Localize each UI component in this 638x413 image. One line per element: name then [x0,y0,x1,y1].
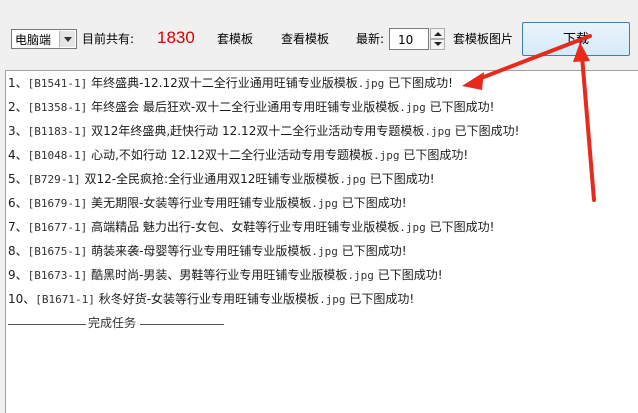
images-label: 套模板图片 [453,32,514,46]
divider-left [8,324,86,325]
latest-stepper[interactable]: 10 [389,28,445,50]
download-button[interactable]: 下载 [522,22,630,56]
log-line: 10、[B1671-1] 秋冬好货-女装等行业专用旺铺专业版模板.jpg 已下图… [8,292,415,306]
latest-input[interactable]: 10 [389,28,429,50]
log-line: 6、[B1679-1] 美无期限-女装等行业专用旺铺专业版模板.jpg 已下图成… [8,196,407,210]
platform-select-value: 电脑端 [15,33,52,47]
log-line: 7、[B1677-1] 高端精品 魅力出行-女包、女鞋等行业专用旺铺专业版模板.… [8,220,495,234]
log-line: 8、[B1675-1] 萌装来袭-母婴等行业专用旺铺专业版模板.jpg 已下图成… [8,244,407,258]
stepper-up-icon[interactable] [430,28,445,39]
log-line: 5、[B729-1] 双12-全民疯抢:全行业通用双12旺铺专业版模板.jpg … [8,172,435,186]
latest-input-value: 10 [398,33,414,47]
latest-label: 最新: [356,32,385,46]
log-line: 2、[B1358-1] 年终盛会 最后狂欢-双十二全行业通用专用旺铺专业版模板.… [8,100,495,114]
log-line: 4、[B1048-1] 心动,不如行动 12.12双十二全行业活动专用专题模板.… [8,148,469,162]
toolbar: 电脑端 目前共有: 1830 套模板 查看模板 最新: 10 套模板图片 下载 [0,0,638,70]
divider-right [140,324,224,325]
platform-select[interactable]: 电脑端 [11,29,77,49]
total-count: 1830 [157,28,195,47]
total-label: 目前共有: [82,32,135,46]
log-line: 3、[B1183-1] 双12年终盛典,赶快行动 12.12双十二全行业活动专用… [8,124,520,138]
template-unit-label: 套模板 [217,32,254,46]
chevron-down-icon[interactable] [59,31,75,47]
stepper-down-icon[interactable] [430,39,445,50]
task-complete-text: 完成任务 [88,316,137,330]
log-line: 1、[B1541-1] 年终盛典-12.12双十二全行业通用旺铺专业版模板.jp… [8,76,453,90]
log-line: 9、[B1673-1] 酷黑时尚-男装、男鞋等行业专用旺铺专业版模板.jpg 已… [8,268,443,282]
log-textarea[interactable]: 1、[B1541-1] 年终盛典-12.12双十二全行业通用旺铺专业版模板.jp… [5,70,638,413]
view-templates-button[interactable]: 查看模板 [281,28,329,50]
